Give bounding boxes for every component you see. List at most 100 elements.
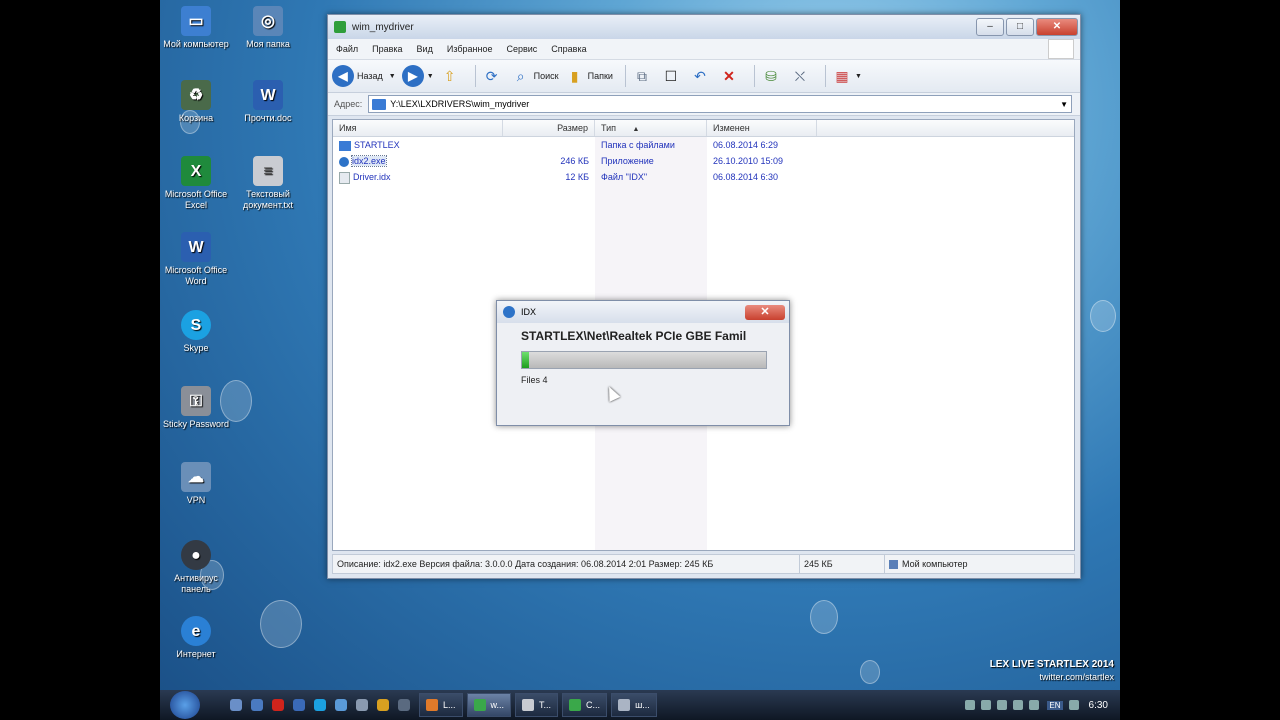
back-button[interactable]: ◀ Назад ▼	[332, 65, 396, 87]
desktop-icon-text-file[interactable]: ≡ Текстовый документ.txt	[232, 156, 304, 211]
tray-icon[interactable]	[997, 700, 1008, 710]
quicklaunch-shield-icon[interactable]	[293, 699, 305, 711]
taskbar-task[interactable]: C...	[562, 693, 608, 717]
taskbar-task[interactable]: T...	[515, 693, 559, 717]
computer-icon	[889, 560, 898, 570]
window-title: wim_mydriver	[352, 21, 414, 33]
dialog-close-button[interactable]: ✕	[745, 304, 785, 320]
watermark-twitter: twitter.com/startlex	[1039, 672, 1114, 682]
menu-file[interactable]: Файл	[336, 44, 358, 54]
file-name: Driver.idx	[353, 172, 391, 182]
idx-progress-dialog: IDX ✕ STARTLEX\Net\Realtek PCIe GBE Fami…	[496, 300, 790, 426]
forward-dropdown-icon[interactable]: ▼	[427, 73, 434, 80]
address-input[interactable]: Y:\LEX\LXDRIVERS\wim_mydriver ▼	[368, 95, 1072, 113]
skype-icon: S	[181, 310, 211, 340]
tray-icon[interactable]	[1013, 700, 1024, 710]
maximize-button[interactable]: □	[1006, 18, 1034, 36]
menu-favorites[interactable]: Избранное	[447, 44, 493, 54]
file-type: Папка с файлами	[601, 140, 675, 150]
folders-button[interactable]: ▮ Папки	[565, 66, 613, 86]
task-app-icon	[569, 699, 582, 711]
move-to-button[interactable]: ☐	[661, 66, 684, 86]
disconnect-drive-button[interactable]: ⛌	[790, 66, 813, 86]
menu-tools[interactable]: Сервис	[506, 44, 537, 54]
watermark-title: LEX LIVE STARTLEX 2014	[989, 659, 1114, 670]
move-icon: ☐	[664, 67, 678, 84]
desktop-icon-vpn[interactable]: ☁ VPN	[160, 462, 232, 506]
desktop-icon-trash[interactable]: ♻ Корзина	[160, 80, 232, 124]
search-icon: ⌕	[516, 67, 525, 84]
desktop-icon-sticky-password[interactable]: ⚿ Sticky Password	[160, 386, 232, 430]
quicklaunch-media-icon[interactable]	[356, 699, 368, 711]
delete-button[interactable]: ✕	[719, 66, 742, 86]
desktop-icon-internet[interactable]: e Интернет	[160, 616, 232, 660]
desktop-icon-word[interactable]: W Microsoft Office Word	[160, 232, 232, 287]
quicklaunch-app-icon[interactable]	[398, 699, 410, 711]
file-modified: 26.10.2010 15:09	[713, 156, 784, 166]
tray-icon[interactable]	[981, 700, 992, 710]
taskbar-task-active[interactable]: w...	[466, 693, 512, 717]
address-dropdown-icon[interactable]: ▼	[1060, 100, 1068, 109]
file-row[interactable]: Driver.idx 12 КБ Файл "IDX" 06.08.2014 6…	[333, 169, 1074, 185]
progress-bar	[521, 351, 767, 369]
copy-icon: ⧉	[636, 67, 647, 84]
quicklaunch-explorer-icon[interactable]	[251, 699, 263, 711]
views-button[interactable]: ▦ ▼	[832, 66, 862, 86]
sync-button[interactable]: ⟳	[482, 66, 505, 86]
undo-button[interactable]: ↶	[690, 66, 713, 86]
quicklaunch-network-icon[interactable]	[335, 699, 347, 711]
task-app-icon	[473, 699, 486, 711]
quicklaunch-opera-icon[interactable]	[272, 699, 284, 711]
back-dropdown-icon[interactable]: ▼	[389, 73, 396, 80]
language-indicator[interactable]: EN	[1047, 700, 1063, 710]
dialog-titlebar[interactable]: IDX ✕	[497, 301, 789, 323]
up-folder-button[interactable]: ⇧	[440, 66, 463, 86]
close-button[interactable]: ✕	[1036, 18, 1078, 36]
column-header-size[interactable]: Размер	[503, 120, 595, 136]
sort-ascending-icon: ▲	[632, 126, 640, 133]
column-header-modified[interactable]: Изменен	[707, 120, 817, 136]
minimize-button[interactable]: –	[976, 18, 1004, 36]
map-drive-button[interactable]: ⛁	[761, 66, 784, 86]
forward-arrow-icon: ▶	[401, 65, 424, 87]
quicklaunch-folder-icon[interactable]	[377, 699, 389, 711]
quicklaunch-show-desktop-icon[interactable]	[230, 699, 242, 711]
desktop-icon-antivirus[interactable]: ● Антивирус панель	[160, 540, 232, 595]
internet-explorer-icon: e	[181, 616, 211, 646]
desktop-icon-my-computer[interactable]: ▭ Мой компьютер	[160, 6, 232, 50]
column-header-name[interactable]: Имя	[333, 120, 503, 136]
menu-view[interactable]: Вид	[417, 44, 433, 54]
address-value: Y:\LEX\LXDRIVERS\wim_mydriver	[390, 99, 530, 109]
tray-icon[interactable]	[1029, 700, 1040, 710]
volume-icon[interactable]	[1068, 700, 1079, 710]
folder-icon: ◎	[253, 6, 283, 36]
menu-edit[interactable]: Правка	[372, 44, 402, 54]
taskbar-task[interactable]: L...	[419, 693, 463, 717]
status-location: Мой компьютер	[885, 555, 1074, 573]
idx-app-icon	[503, 306, 515, 318]
column-header-type[interactable]: Тип ▲	[595, 120, 707, 136]
menu-help[interactable]: Справка	[551, 44, 586, 54]
copy-to-button[interactable]: ⧉	[632, 66, 655, 86]
tray-icon[interactable]	[965, 700, 976, 710]
clock[interactable]: 6:30	[1089, 700, 1108, 711]
desktop-icon-my-folder[interactable]: ◎ Моя папка	[232, 6, 304, 50]
search-button[interactable]: ⌕ Поиск	[511, 66, 559, 86]
file-modified: 06.08.2014 6:29	[713, 140, 779, 150]
file-row[interactable]: STARTLEX Папка с файлами 06.08.2014 6:29	[333, 137, 1074, 153]
text-file-icon: ≡	[253, 156, 283, 186]
file-row[interactable]: idx2.exe 246 КБ Приложение 26.10.2010 15…	[333, 153, 1074, 169]
file-name: idx2.exe	[351, 155, 387, 167]
application-icon	[339, 156, 349, 167]
vpn-icon: ☁	[181, 462, 211, 492]
start-button[interactable]	[170, 691, 200, 719]
window-titlebar[interactable]: wim_mydriver – □ ✕	[328, 15, 1080, 39]
status-bar: Описание: idx2.exe Версия файла: 3.0.0.0…	[332, 554, 1075, 574]
taskbar-task[interactable]: ш...	[611, 693, 657, 717]
desktop-icon-excel[interactable]: X Microsoft Office Excel	[160, 156, 232, 211]
address-bar: Адрес: Y:\LEX\LXDRIVERS\wim_mydriver ▼	[328, 93, 1080, 116]
desktop-icon-readme-doc[interactable]: W Прочти.doc	[232, 80, 304, 124]
forward-button[interactable]: ▶ ▼	[401, 65, 434, 87]
desktop-icon-skype[interactable]: S Skype	[160, 310, 232, 354]
quicklaunch-skype-icon[interactable]	[314, 699, 326, 711]
